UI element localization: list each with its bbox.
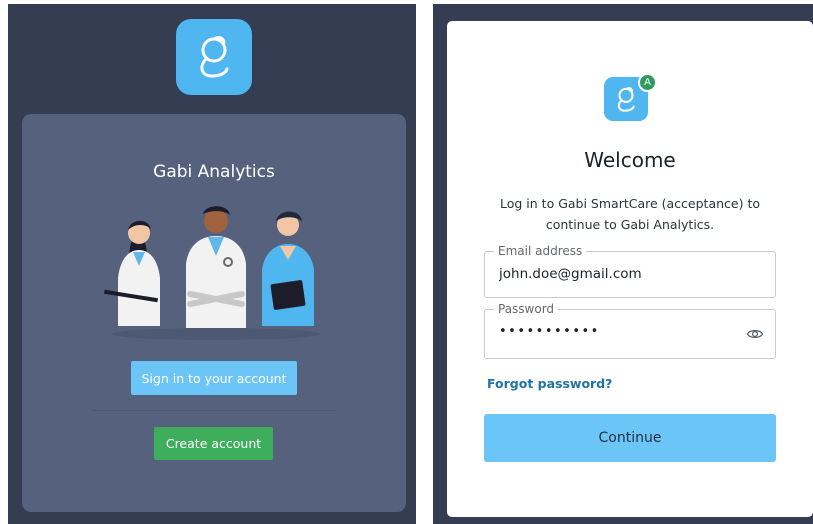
doctors-illustration bbox=[104, 206, 320, 340]
password-input[interactable]: ••••••••••• bbox=[499, 324, 600, 339]
divider bbox=[92, 410, 336, 411]
environment-badge: A bbox=[638, 73, 657, 92]
password-field[interactable]: Password ••••••••••• bbox=[484, 302, 776, 359]
welcome-card: Gabi Analytics Sign in to your account C… bbox=[22, 114, 406, 512]
left-login-panel: Gabi Analytics Sign in to your account C… bbox=[8, 4, 416, 524]
eye-icon[interactable] bbox=[746, 325, 764, 343]
email-input[interactable] bbox=[499, 266, 759, 282]
password-label: Password bbox=[494, 302, 559, 316]
right-login-panel: A Welcome Log in to Gabi SmartCare (acce… bbox=[433, 4, 813, 524]
continue-button[interactable]: Continue bbox=[484, 414, 776, 462]
page-title: Welcome bbox=[584, 148, 676, 172]
app-title: Gabi Analytics bbox=[153, 162, 275, 182]
forgot-password-link[interactable]: Forgot password? bbox=[487, 376, 612, 391]
sign-in-button[interactable]: Sign in to your account bbox=[131, 361, 297, 395]
email-field[interactable]: Email address bbox=[484, 244, 776, 298]
create-account-button[interactable]: Create account bbox=[154, 427, 273, 460]
auth-card: A Welcome Log in to Gabi SmartCare (acce… bbox=[447, 21, 813, 517]
gabi-logo-icon bbox=[176, 19, 252, 95]
login-subtitle: Log in to Gabi SmartCare (acceptance) to… bbox=[500, 196, 760, 232]
email-label: Email address bbox=[494, 244, 587, 258]
